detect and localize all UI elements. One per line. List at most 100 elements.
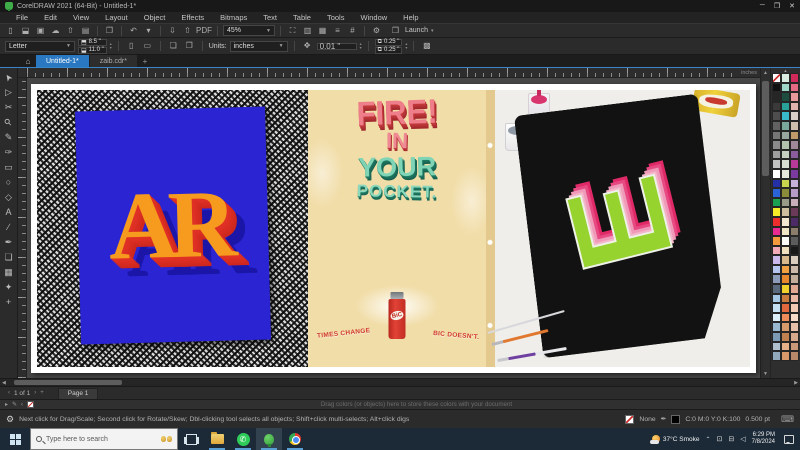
palette-swatch[interactable] — [781, 149, 790, 160]
polygon-tool[interactable]: ◇ — [1, 190, 16, 204]
no-color-swatch[interactable] — [27, 401, 35, 408]
coreldraw-taskbar-button[interactable] — [256, 428, 282, 450]
palette-swatch[interactable] — [790, 226, 799, 237]
dimension-tool[interactable]: ∕ — [1, 220, 16, 234]
menu-item[interactable]: Layout — [97, 13, 136, 22]
outline-color-swatch[interactable] — [671, 414, 681, 424]
file-explorer-button[interactable] — [204, 428, 230, 450]
palette-swatch[interactable] — [790, 312, 799, 323]
palette-swatch[interactable] — [781, 293, 790, 304]
last-page-icon[interactable]: › — [34, 390, 36, 396]
palette-swatch[interactable] — [790, 274, 799, 285]
artwork-fire-poster[interactable]: FIRE! IN YOUR POCKET. BiC TIMES CHANGE B… — [307, 90, 487, 367]
palette-swatch[interactable] — [781, 111, 790, 121]
menu-item[interactable]: Tools — [319, 13, 353, 22]
palette-swatch[interactable] — [790, 351, 799, 361]
menu-item[interactable]: File — [8, 13, 36, 22]
display-icon[interactable]: ⊟ — [728, 435, 734, 443]
palette-swatch[interactable] — [781, 303, 790, 313]
page-size-spinner[interactable]: ▴ ▾ — [110, 41, 112, 51]
palette-swatch[interactable] — [790, 303, 799, 313]
palette-swatch[interactable] — [790, 341, 799, 352]
palette-swatch[interactable] — [772, 226, 781, 237]
palette-swatch[interactable] — [790, 255, 799, 265]
palette-swatch[interactable] — [781, 92, 790, 102]
current-page-button[interactable]: ❐ — [183, 40, 196, 52]
palette-swatch[interactable] — [790, 168, 799, 179]
artwork-ar-photo[interactable]: AR — [37, 90, 308, 367]
text-tool[interactable]: A — [1, 205, 16, 219]
import-icon[interactable]: ⇩ — [166, 25, 179, 37]
palette-swatch[interactable] — [772, 168, 781, 179]
palette-swatch[interactable] — [772, 140, 781, 150]
taskbar-search-input[interactable]: Type here to search — [30, 428, 178, 450]
tab-zaib-cdr[interactable]: zaib.cdr* — [89, 55, 137, 67]
scroll-right-icon[interactable]: ▶ — [792, 379, 800, 386]
zoom-tool[interactable]: ⚲ — [1, 115, 16, 129]
palette-swatch[interactable] — [772, 303, 781, 313]
shape-tool[interactable]: ▷ — [1, 85, 16, 99]
export-icon[interactable]: ⇧ — [181, 25, 194, 37]
scroll-left-icon[interactable]: ◀ — [0, 379, 8, 386]
palette-swatch[interactable] — [772, 188, 781, 198]
options-gear-icon[interactable]: ⚙ — [370, 25, 383, 37]
palette-swatch[interactable] — [781, 226, 790, 237]
nudge-spinner[interactable]: ▴ ▾ — [360, 41, 362, 51]
tray-app-icon[interactable]: ⊡ — [717, 435, 723, 443]
palette-swatch[interactable] — [790, 178, 799, 189]
nudge-distance-field[interactable]: 0.01 " — [316, 42, 357, 51]
ellipse-tool[interactable]: ○ — [1, 175, 16, 189]
vertical-scroll-thumb[interactable] — [762, 81, 769, 176]
open-icon[interactable]: ⬓ — [19, 25, 32, 37]
palette-swatch[interactable] — [790, 322, 799, 333]
maximize-button[interactable]: ❐ — [774, 2, 780, 10]
menu-item[interactable]: Help — [395, 13, 426, 22]
palette-swatch[interactable] — [772, 111, 781, 121]
palette-swatch[interactable] — [781, 245, 790, 256]
drop-shadow-tool[interactable]: ❏ — [1, 250, 16, 264]
workspace[interactable]: AR FIRE! IN YOUR POCKET. BiC TIMES CHANG… — [27, 78, 760, 378]
palette-swatch[interactable] — [772, 351, 781, 361]
palette-swatch[interactable] — [781, 216, 790, 227]
menu-item[interactable]: Effects — [173, 13, 212, 22]
palette-swatch[interactable] — [781, 101, 790, 112]
upload-icon[interactable]: ⇧ — [64, 25, 77, 37]
home-tab-button[interactable]: ⌂ — [20, 55, 36, 67]
palette-swatch[interactable] — [781, 120, 790, 131]
horizontal-scroll-thumb[interactable] — [14, 380, 122, 385]
new-document-icon[interactable]: ▯ — [4, 25, 17, 37]
palette-swatch[interactable] — [772, 274, 781, 285]
new-tab-button[interactable]: + — [138, 55, 152, 67]
vertical-ruler[interactable] — [18, 78, 27, 378]
pick-tool[interactable]: ➤ — [1, 70, 16, 84]
palette-swatch[interactable] — [772, 245, 781, 256]
artistic-media-tool[interactable]: ✑ — [1, 145, 16, 159]
palette-swatch[interactable] — [772, 264, 781, 275]
palette-swatch[interactable] — [790, 111, 799, 121]
palette-swatch[interactable] — [790, 293, 799, 304]
palette-swatch[interactable] — [790, 101, 799, 112]
palette-eyedropper-icon[interactable]: ✎ — [12, 401, 17, 408]
palette-swatch[interactable] — [772, 312, 781, 323]
task-view-button[interactable] — [178, 428, 204, 450]
palette-swatch[interactable] — [772, 82, 781, 93]
palette-swatch[interactable] — [772, 149, 781, 160]
duplicate-x-field[interactable]: ⧉ 0.25 " — [374, 38, 403, 46]
palette-swatch[interactable] — [772, 197, 781, 208]
menu-item[interactable]: Edit — [36, 13, 65, 22]
weather-widget[interactable]: 37°C Smoke — [649, 435, 699, 444]
cloud-icon[interactable]: ☁ — [49, 25, 62, 37]
palette-swatch[interactable] — [781, 255, 790, 265]
palette-swatch[interactable] — [781, 332, 790, 342]
palette-swatch[interactable] — [781, 82, 790, 93]
palette-swatch[interactable] — [772, 341, 781, 352]
chrome-button[interactable] — [282, 428, 308, 450]
whatsapp-button[interactable]: ✆ — [230, 428, 256, 450]
palette-swatch[interactable] — [790, 216, 799, 227]
palette-flyout-icon[interactable]: ▸ — [5, 401, 8, 408]
transparency-tool[interactable]: ▦ — [1, 265, 16, 279]
palette-swatch[interactable] — [790, 236, 799, 246]
palette-swatch[interactable] — [790, 73, 799, 83]
palette-swatch[interactable] — [790, 130, 799, 141]
palette-swatch[interactable] — [781, 197, 790, 208]
